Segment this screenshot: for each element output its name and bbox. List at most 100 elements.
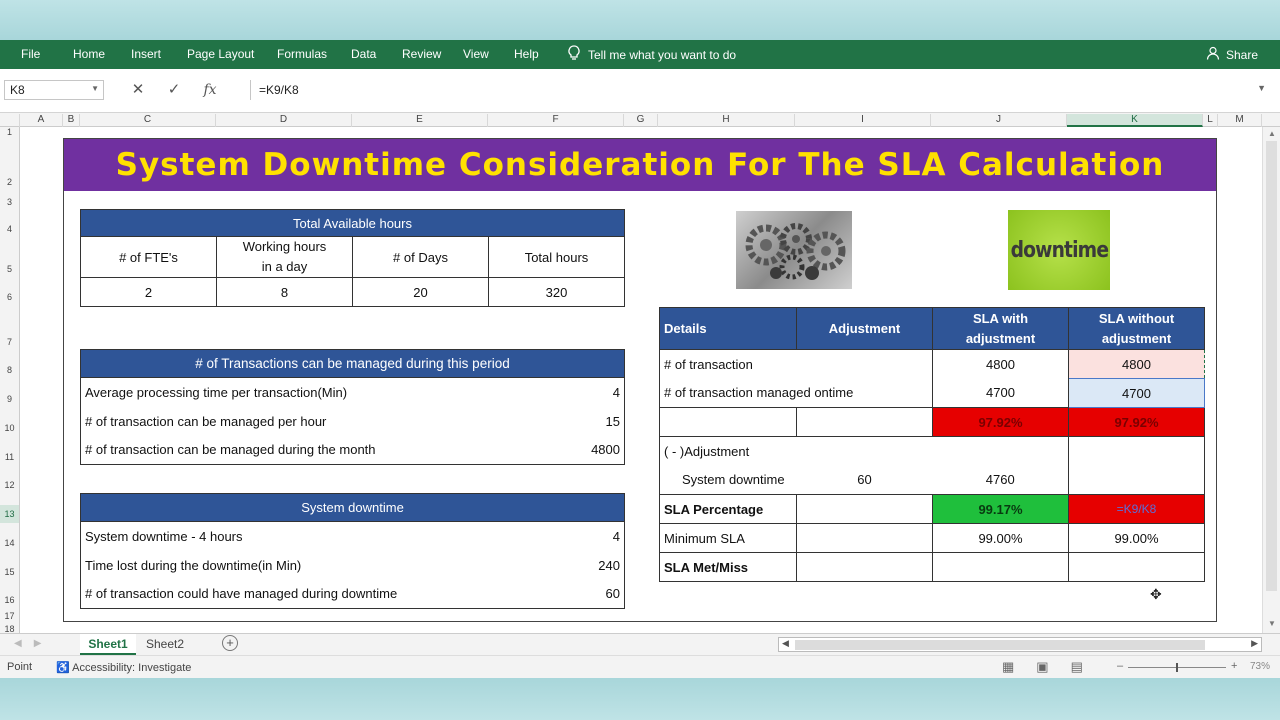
column-header[interactable]: F	[488, 114, 624, 127]
zoom-in-icon[interactable]: +	[1231, 660, 1237, 672]
row-header[interactable]: 7	[0, 337, 19, 347]
sla-row-label[interactable]: # of transaction	[659, 349, 933, 379]
sla-row-label[interactable]: ( - )Adjustment	[659, 436, 1069, 466]
column-header[interactable]: E	[352, 114, 488, 127]
sla-met-miss-label[interactable]: SLA Met/Miss	[659, 552, 797, 582]
tab-review[interactable]: Review	[402, 47, 441, 61]
insert-function-icon[interactable]: fx	[192, 80, 228, 100]
zoom-level[interactable]: 73%	[1250, 661, 1270, 672]
sla-row-label[interactable]: System downtime	[659, 465, 797, 495]
row-header-selected[interactable]: 13	[0, 505, 19, 523]
column-header[interactable]: H	[658, 114, 795, 127]
sla-empty-cell[interactable]	[1068, 465, 1205, 495]
share-button[interactable]: Share	[1206, 46, 1258, 63]
days-value[interactable]: 20	[352, 277, 489, 307]
page-layout-view-icon[interactable]: ▣	[1036, 659, 1048, 675]
column-header[interactable]: J	[931, 114, 1067, 127]
page-break-view-icon[interactable]: ▤	[1071, 659, 1083, 675]
sla-percentage-label[interactable]: SLA Percentage	[659, 494, 797, 524]
tab-view[interactable]: View	[463, 47, 489, 61]
column-header[interactable]: M	[1218, 114, 1262, 127]
sla-row-label[interactable]: # of transaction managed ontime	[659, 378, 933, 408]
tab-data[interactable]: Data	[351, 47, 376, 61]
cancel-icon[interactable]: ✕	[120, 80, 156, 100]
downtime-row-label[interactable]: # of transaction could have managed duri…	[79, 579, 578, 609]
worksheet-grid[interactable]: System Downtime Consideration For The SL…	[20, 127, 1262, 633]
gears-image[interactable]	[736, 211, 852, 289]
select-all-corner[interactable]	[0, 114, 20, 127]
zoom-out-icon[interactable]: –	[1117, 660, 1123, 672]
sheet-tab-sheet1[interactable]: Sheet1	[80, 634, 136, 655]
fte-header[interactable]: # of FTE's	[80, 236, 217, 278]
row-header[interactable]: 1	[0, 127, 19, 138]
sla-met-miss-with[interactable]	[932, 552, 1069, 582]
row-header[interactable]: 9	[0, 394, 19, 404]
sla-empty-cell[interactable]	[796, 523, 933, 553]
tab-insert[interactable]: Insert	[131, 47, 161, 61]
row-header[interactable]: 10	[0, 423, 19, 433]
tab-file[interactable]: File	[21, 47, 40, 61]
sheet-nav-arrows-icon[interactable]: ◀▶	[14, 638, 53, 649]
row-header[interactable]: 8	[0, 365, 19, 375]
row-header[interactable]: 5	[0, 264, 19, 274]
transactions-row-value[interactable]: 4	[563, 377, 625, 407]
zoom-slider-knob[interactable]	[1176, 663, 1178, 672]
sla-empty-cell[interactable]	[796, 494, 933, 524]
downtime-row-value[interactable]: 4	[577, 521, 625, 551]
sla-without-adjustment-header[interactable]: SLA without adjustment	[1068, 307, 1205, 350]
working-hours-header[interactable]: Working hours in a day	[216, 236, 353, 278]
column-header-selected[interactable]: K	[1067, 114, 1203, 127]
row-header[interactable]: 17	[0, 611, 19, 621]
sla-cell-with-percent[interactable]: 97.92%	[932, 407, 1069, 437]
sla-with-adjustment-header[interactable]: SLA with adjustment	[932, 307, 1069, 350]
sla-cell-with[interactable]: 4700	[932, 378, 1069, 408]
transactions-row-label[interactable]: # of transaction can be managed per hour	[79, 406, 564, 436]
total-hours-header[interactable]: Total hours	[488, 236, 625, 278]
sla-empty-cell[interactable]	[796, 407, 933, 437]
sla-cell-without-k9[interactable]: 4700	[1068, 378, 1205, 408]
downtime-image[interactable]: downtime	[1008, 210, 1110, 290]
transactions-row-label[interactable]: Average processing time per transaction(…	[79, 377, 564, 407]
sla-empty-cell[interactable]	[1068, 436, 1205, 466]
sla-empty-cell[interactable]	[659, 407, 797, 437]
expand-formula-icon[interactable]: ▼	[1257, 83, 1266, 93]
fte-value[interactable]: 2	[80, 277, 217, 307]
tab-page-layout[interactable]: Page Layout	[187, 47, 254, 61]
row-header[interactable]: 6	[0, 292, 19, 302]
downtime-row-label[interactable]: Time lost during the downtime(in Min)	[79, 550, 578, 580]
horizontal-scroll-thumb[interactable]	[795, 640, 1205, 650]
sla-empty-cell[interactable]	[796, 552, 933, 582]
downtime-row-value[interactable]: 240	[577, 550, 625, 580]
row-header[interactable]: 4	[0, 224, 19, 234]
row-header[interactable]: 12	[0, 480, 19, 490]
row-header[interactable]: 14	[0, 538, 19, 548]
sla-met-miss-without[interactable]	[1068, 552, 1205, 582]
row-header[interactable]: 16	[0, 595, 19, 605]
scroll-down-icon[interactable]: ▼	[1268, 619, 1276, 628]
row-header[interactable]: 11	[0, 452, 19, 462]
sla-percentage-with[interactable]: 99.17%	[932, 494, 1069, 524]
days-header[interactable]: # of Days	[352, 236, 489, 278]
transactions-row-label[interactable]: # of transaction can be managed during t…	[79, 435, 564, 465]
column-header[interactable]: L	[1203, 114, 1218, 127]
name-box[interactable]: K8 ▼	[4, 80, 104, 100]
transactions-row-value[interactable]: 15	[563, 406, 625, 436]
column-header[interactable]: G	[624, 114, 658, 127]
column-header[interactable]: D	[216, 114, 352, 127]
minimum-sla-with[interactable]: 99.00%	[932, 523, 1069, 553]
enter-icon[interactable]: ✓	[156, 80, 192, 100]
scroll-right-icon[interactable]: ▶	[1251, 638, 1258, 649]
tab-home[interactable]: Home	[73, 47, 105, 61]
sla-percentage-without-editing[interactable]: =K9/K8	[1068, 494, 1205, 524]
sla-cell-with[interactable]: 4800	[932, 349, 1069, 379]
vertical-scrollbar[interactable]: ▲ ▼	[1262, 127, 1280, 633]
zoom-slider[interactable]	[1128, 663, 1226, 672]
minimum-sla-label[interactable]: Minimum SLA	[659, 523, 797, 553]
minimum-sla-without[interactable]: 99.00%	[1068, 523, 1205, 553]
sla-details-header[interactable]: Details	[659, 307, 797, 350]
column-header[interactable]: C	[80, 114, 216, 127]
sheet-tab-sheet2[interactable]: Sheet2	[146, 637, 184, 651]
add-sheet-icon[interactable]: +	[222, 635, 238, 651]
sla-cell-with[interactable]: 4760	[932, 465, 1069, 495]
sla-cell-without-k8[interactable]: 4800	[1068, 349, 1205, 379]
